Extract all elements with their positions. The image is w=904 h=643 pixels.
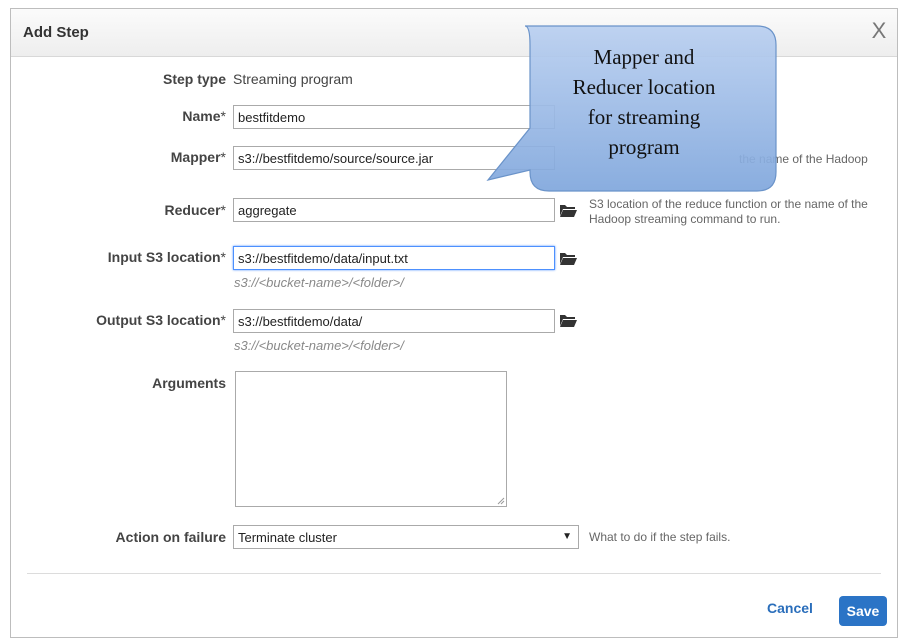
callout-text: Mapper and Reducer location for streamin… <box>520 42 768 162</box>
callout-line-3: for streaming <box>587 105 701 129</box>
callout-bubble <box>486 25 777 192</box>
callout-line-4: program <box>608 135 680 159</box>
callout-line-2: Reducer location <box>572 75 716 99</box>
callout-line-1: Mapper and <box>593 45 695 69</box>
